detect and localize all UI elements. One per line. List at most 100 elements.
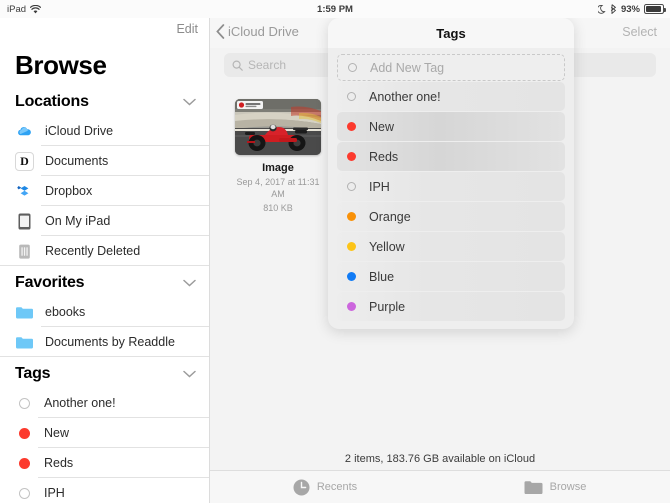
battery-icon (644, 4, 666, 14)
tag-color-dot (347, 302, 356, 311)
section-header-tags[interactable]: Tags (0, 357, 210, 388)
tag-color-dot (347, 242, 356, 251)
divider (0, 265, 210, 266)
file-item[interactable]: Image Sep 4, 2017 at 11:31 AM 810 KB (232, 99, 324, 214)
section-title-locations: Locations (15, 93, 89, 110)
sidebar-item-label: Dropbox (45, 184, 93, 198)
sidebar-tag-new[interactable]: New (0, 418, 210, 448)
sidebar-item-label: On My iPad (45, 214, 111, 228)
search-icon (232, 59, 243, 71)
tag-color-dot (347, 182, 356, 191)
folder-icon (15, 333, 34, 352)
clock-icon (293, 479, 310, 496)
tag-color-dot (19, 457, 30, 469)
sidebar-tag-reds[interactable]: Reds (0, 448, 210, 478)
sidebar-tag-iph[interactable]: IPH (0, 478, 210, 503)
status-bar-right: 93% (597, 4, 666, 15)
chevron-left-icon (216, 24, 225, 39)
tag-color-dot (347, 122, 356, 131)
sidebar-item-label: ebooks (45, 305, 86, 319)
tag-label: New (369, 119, 395, 134)
tag-row-yellow[interactable]: Yellow (337, 232, 565, 261)
tag-label: Purple (369, 299, 406, 314)
sidebar-item-recently-deleted[interactable]: Recently Deleted (0, 236, 210, 266)
ipad-icon (15, 212, 34, 231)
file-size: 810 KB (263, 203, 293, 214)
tag-row-reds[interactable]: Reds (337, 142, 565, 171)
section-title-favorites: Favorites (15, 274, 85, 291)
dropbox-icon (15, 181, 34, 201)
tag-row-blue[interactable]: Blue (337, 262, 565, 291)
tab-recents[interactable]: Recents (210, 471, 440, 503)
clock: 1:59 PM (317, 3, 353, 15)
folder-icon (15, 303, 34, 322)
trash-icon (15, 242, 34, 261)
popover-title: Tags (328, 18, 574, 48)
file-date: Sep 4, 2017 at 11:31 AM (236, 177, 320, 200)
tag-row-orange[interactable]: Orange (337, 202, 565, 231)
tag-color-dot (347, 152, 356, 161)
documents-app-icon: D (15, 151, 34, 171)
tag-label: Another one! (369, 89, 441, 104)
storage-status-text: 2 items, 183.76 GB available on iCloud (344, 453, 536, 465)
icloud-drive-icon (15, 121, 34, 141)
add-new-tag-button[interactable]: Add New Tag (337, 54, 565, 81)
tag-row-another-one[interactable]: Another one! (337, 82, 565, 111)
sidebar-item-label: IPH (44, 486, 65, 500)
chevron-down-icon[interactable] (183, 370, 196, 378)
formula-1-car-photo[interactable] (235, 99, 321, 155)
sidebar-nav-bar: Edit (0, 18, 210, 44)
files-app-window: iPad 1:59 PM 93% Edit Browse Locations i… (0, 0, 670, 503)
sidebar-item-label: iCloud Drive (45, 124, 114, 138)
tag-color-dot (347, 212, 356, 221)
tag-row-new[interactable]: New (337, 112, 565, 141)
tag-label: Blue (369, 269, 395, 284)
chevron-down-icon[interactable] (183, 279, 196, 287)
tag-color-dot (347, 92, 356, 101)
page-title: Browse (15, 50, 107, 80)
tab-bar: Recents Browse (210, 470, 670, 503)
tag-color-dot (348, 63, 357, 72)
tag-row-purple[interactable]: Purple (337, 292, 565, 321)
sidebar-tag-another-one[interactable]: Another one! (0, 388, 210, 418)
tab-browse[interactable]: Browse (440, 471, 670, 503)
status-bar: iPad 1:59 PM 93% (0, 0, 670, 18)
chevron-down-icon[interactable] (183, 98, 196, 106)
moon-icon (597, 4, 606, 14)
search-placeholder: Search (248, 58, 287, 72)
tags-list: Add New Tag Another one! New Reds IPH Or… (328, 48, 574, 329)
back-button-label: iCloud Drive (228, 24, 299, 39)
bluetooth-icon (610, 4, 617, 14)
sidebar-item-dropbox[interactable]: Dropbox (0, 176, 210, 206)
back-button[interactable]: iCloud Drive (216, 24, 299, 39)
add-new-tag-label: Add New Tag (370, 60, 445, 75)
sidebar-item-ebooks[interactable]: ebooks (0, 297, 210, 327)
tab-label: Browse (549, 481, 587, 493)
tag-color-dot (19, 397, 30, 409)
tag-label: Orange (369, 209, 411, 224)
folder-icon (524, 480, 543, 495)
sidebar-item-label: Reds (44, 456, 74, 470)
divider (0, 356, 210, 357)
sidebar-item-on-my-ipad[interactable]: On My iPad (0, 206, 210, 236)
file-name: Image (262, 162, 294, 174)
tag-label: Reds (369, 149, 399, 164)
section-header-locations[interactable]: Locations (0, 91, 210, 116)
sidebar-divider (209, 18, 210, 503)
tag-label: Yellow (369, 239, 405, 254)
sidebar: Edit Browse Locations iCloud Drive D Doc… (0, 18, 210, 503)
tag-color-dot (347, 272, 356, 281)
tab-label: Recents (316, 481, 358, 493)
sidebar-item-label: Documents by Readdle (45, 335, 175, 349)
sidebar-item-documents-by-readdle[interactable]: Documents by Readdle (0, 327, 210, 357)
sidebar-item-documents[interactable]: D Documents (0, 146, 210, 176)
edit-button[interactable]: Edit (176, 22, 198, 36)
sidebar-item-icloud-drive[interactable]: iCloud Drive (0, 116, 210, 146)
tag-row-iph[interactable]: IPH (337, 172, 565, 201)
sidebar-item-label: Recently Deleted (45, 244, 141, 258)
section-title-tags: Tags (15, 365, 51, 382)
select-button[interactable]: Select (622, 25, 657, 39)
section-header-favorites[interactable]: Favorites (0, 266, 210, 297)
sidebar-item-label: Another one! (44, 396, 116, 410)
sidebar-item-label: Documents (45, 154, 109, 168)
